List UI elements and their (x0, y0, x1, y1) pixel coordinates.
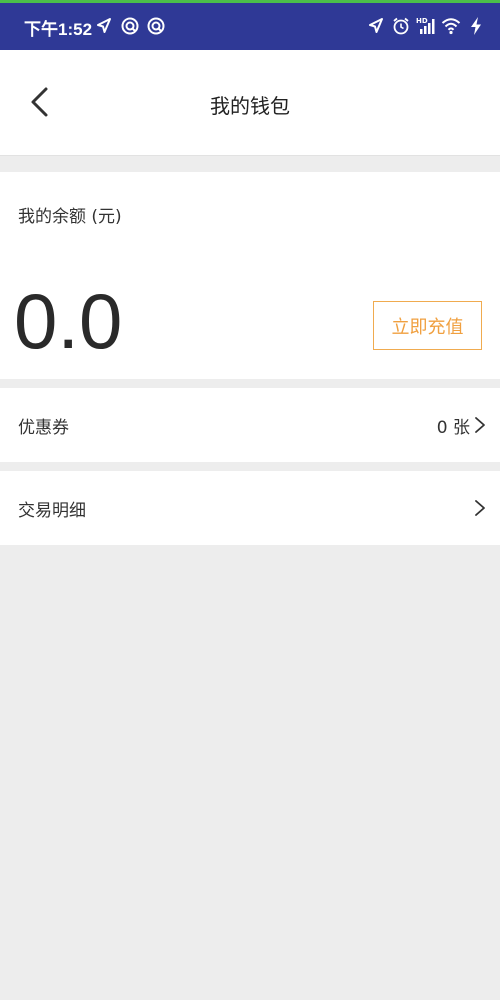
coupon-label: 优惠券 (18, 418, 69, 438)
location-icon (366, 16, 386, 36)
wifi-icon (441, 16, 461, 36)
page-header: 我的钱包 (0, 50, 500, 156)
coupon-count: 0 张 (436, 418, 470, 438)
page-title: 我的钱包 (210, 94, 290, 118)
chevron-right-icon (474, 499, 486, 517)
app-notification-icon (120, 16, 140, 36)
transactions-label: 交易明细 (18, 501, 86, 521)
hd-signal-icon: HD (416, 16, 436, 36)
status-bar: 下午1:52 HD (0, 0, 500, 50)
chevron-right-icon (474, 416, 486, 434)
status-time: 下午1:52 (24, 20, 93, 39)
transactions-row[interactable]: 交易明细 (0, 471, 500, 545)
navigation-icon (94, 16, 114, 36)
balance-amount: 0.0 (14, 277, 123, 365)
balance-label: 我的余额 (元) (18, 207, 122, 227)
coupon-row[interactable]: 优惠券 0 张 (0, 388, 500, 462)
svg-text:HD: HD (416, 17, 428, 25)
balance-card: 我的余额 (元) 0.0 立即充值 (0, 172, 500, 379)
app-notification-icon (146, 16, 166, 36)
alarm-icon (391, 16, 411, 36)
status-left-icons (94, 16, 166, 36)
status-right-icons: HD (366, 16, 486, 36)
recharge-button[interactable]: 立即充值 (373, 301, 482, 350)
charging-icon (466, 16, 486, 36)
